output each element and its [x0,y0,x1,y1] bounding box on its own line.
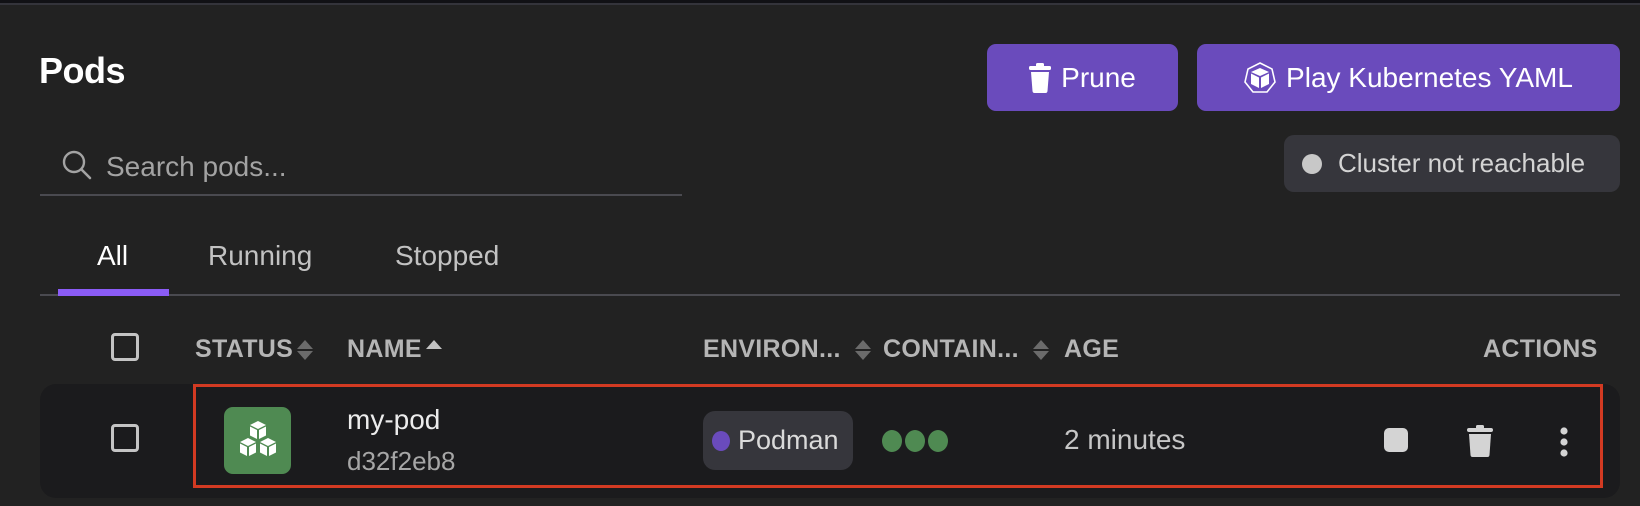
column-header-actions-label: ACTIONS [1483,335,1598,363]
column-header-actions: ACTIONS [1483,335,1598,364]
pod-age: 2 minutes [1064,424,1186,455]
page-title: Pods [39,50,126,91]
column-header-containers-label: CONTAIN... [883,335,1019,363]
pod-id: d32f2eb8 [347,446,456,476]
sort-ascending-icon [425,340,442,349]
search-input[interactable] [106,151,666,183]
stop-icon[interactable] [1384,428,1408,452]
cluster-status-label: Cluster not reachable [1338,148,1586,178]
pod-status-icon [224,407,291,474]
sort-icon [1032,339,1049,360]
play-kubernetes-yaml-label: Play Kubernetes YAML [1286,61,1573,93]
column-header-status-label: STATUS [195,335,294,363]
kubernetes-cube-icon [1244,61,1276,94]
column-header-name-label: NAME [347,335,422,363]
pod-name-link[interactable]: my-pod [347,404,440,436]
column-header-containers[interactable]: CONTAIN... [883,335,1049,364]
play-kubernetes-yaml-button[interactable]: Play Kubernetes YAML [1197,44,1620,111]
kebab-menu-icon[interactable] [1554,426,1574,458]
search-bar [40,140,682,196]
column-header-environment-label: ENVIRON... [703,335,841,363]
row-select-checkbox[interactable] [111,424,139,452]
cluster-status-dot [1302,153,1322,174]
column-header-age-label: AGE [1064,335,1120,363]
select-all-checkbox[interactable] [111,333,139,361]
search-icon [62,150,92,185]
column-header-name[interactable]: NAME [347,335,442,364]
tab-running[interactable]: Running [208,240,312,272]
active-tab-indicator [58,289,169,296]
column-header-environment[interactable]: ENVIRON... [703,335,871,364]
column-header-status[interactable]: STATUS [195,335,314,364]
environment-badge: Podman [703,411,853,470]
cluster-status-badge: Cluster not reachable [1284,135,1620,192]
trash-icon [1029,62,1052,93]
delete-icon[interactable] [1465,424,1495,458]
sort-icon [297,339,314,360]
container-status-dot[interactable] [928,430,948,452]
container-status-dot[interactable] [882,430,902,452]
table-header: STATUS NAME ENVIRON... CONTAIN... AGE AC… [0,325,1640,375]
podman-dot-icon [712,430,730,451]
tab-all[interactable]: All [97,240,128,272]
prune-button[interactable]: Prune [987,44,1178,111]
prune-button-label: Prune [1061,61,1136,93]
window-top-divider [0,3,1640,5]
container-status-dot[interactable] [905,430,925,452]
sort-icon [854,339,871,360]
column-header-age[interactable]: AGE [1064,335,1119,364]
container-status-dots [882,430,948,452]
tab-stopped[interactable]: Stopped [395,240,499,272]
environment-label: Podman [738,425,839,455]
tab-bar: All Running Stopped [40,236,1620,296]
